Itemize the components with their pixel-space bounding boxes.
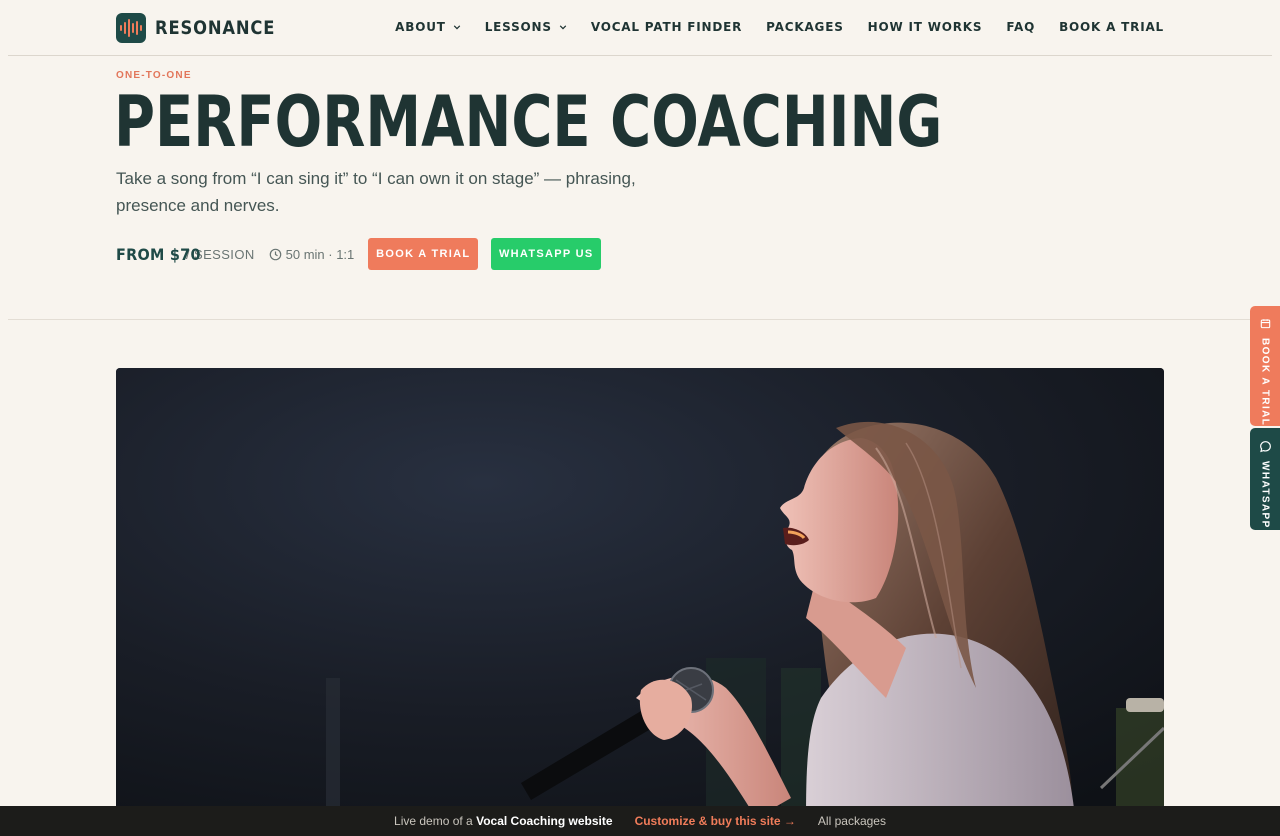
hero-divider xyxy=(8,319,1272,320)
whatsapp-button[interactable]: WHATSAPP US xyxy=(491,238,602,270)
nav-lessons[interactable]: LESSONS xyxy=(485,20,567,34)
side-tab-book-trial[interactable]: BOOK A TRIAL xyxy=(1250,306,1280,426)
hero-eyebrow: ONE-TO-ONE xyxy=(116,70,192,81)
session-meta: 50 min · 1:1 xyxy=(269,246,355,262)
side-tab-whatsapp-label: WHATSAPP xyxy=(1259,461,1271,529)
page-title: PERFORMANCE COACHING xyxy=(114,81,943,163)
nav-vocal-path-finder[interactable]: VOCAL PATH FINDER xyxy=(591,20,742,34)
nav-packages-label: PACKAGES xyxy=(766,20,844,34)
nav-faq-label: FAQ xyxy=(1006,20,1036,34)
chat-bubble-icon xyxy=(1259,441,1271,453)
nav-how-it-works-label: HOW IT WORKS xyxy=(867,20,983,34)
pricing-row: FROM $70 / SESSION 50 min · 1:1 BOOK A T… xyxy=(116,238,602,270)
nav-about[interactable]: ABOUT xyxy=(395,20,461,34)
main-nav: ABOUT LESSONS VOCAL PATH FINDER PACKAGES… xyxy=(395,20,1164,34)
book-trial-button[interactable]: BOOK A TRIAL xyxy=(368,238,479,270)
nav-how-it-works[interactable]: HOW IT WORKS xyxy=(868,20,983,34)
header-divider xyxy=(8,55,1272,56)
demo-banner-text: Live demo of a Vocal Coaching website xyxy=(394,814,613,828)
hero-lede: Take a song from “I can sing it” to “I c… xyxy=(116,169,636,215)
singer-photo-illustration xyxy=(116,368,1164,828)
customize-buy-link[interactable]: Customize & buy this site → xyxy=(635,814,796,828)
side-tab-book-label: BOOK A TRIAL xyxy=(1259,337,1271,426)
side-tab-whatsapp[interactable]: WHATSAPP xyxy=(1250,428,1280,530)
price: FROM $70 xyxy=(116,244,201,264)
demo-site-type: Vocal Coaching website xyxy=(476,814,613,828)
waveform-icon xyxy=(116,13,146,43)
nav-lessons-label: LESSONS xyxy=(484,20,552,34)
demo-prefix: Live demo of a xyxy=(394,814,473,828)
all-packages-link[interactable]: All packages xyxy=(818,814,886,828)
nav-faq[interactable]: FAQ xyxy=(1006,20,1035,34)
demo-banner: Live demo of a Vocal Coaching website Cu… xyxy=(0,806,1280,836)
nav-vocal-path-finder-label: VOCAL PATH FINDER xyxy=(590,20,743,34)
chevron-down-icon xyxy=(559,25,567,30)
session-meta-text: 50 min · 1:1 xyxy=(285,246,355,262)
nav-book-a-trial-label: BOOK A TRIAL xyxy=(1059,20,1164,34)
chevron-down-icon xyxy=(453,25,460,30)
site-header: RESONANCE ABOUT LESSONS VOCAL PATH FINDE… xyxy=(0,0,1280,56)
ticket-icon xyxy=(1260,319,1270,329)
brand-name: RESONANCE xyxy=(155,17,276,39)
clock-icon xyxy=(269,248,281,260)
hero-image-singer xyxy=(116,368,1164,828)
brand-logo[interactable]: RESONANCE xyxy=(116,13,295,43)
nav-about-label: ABOUT xyxy=(395,20,446,34)
nav-packages[interactable]: PACKAGES xyxy=(766,20,843,34)
nav-book-a-trial[interactable]: BOOK A TRIAL xyxy=(1059,20,1164,34)
